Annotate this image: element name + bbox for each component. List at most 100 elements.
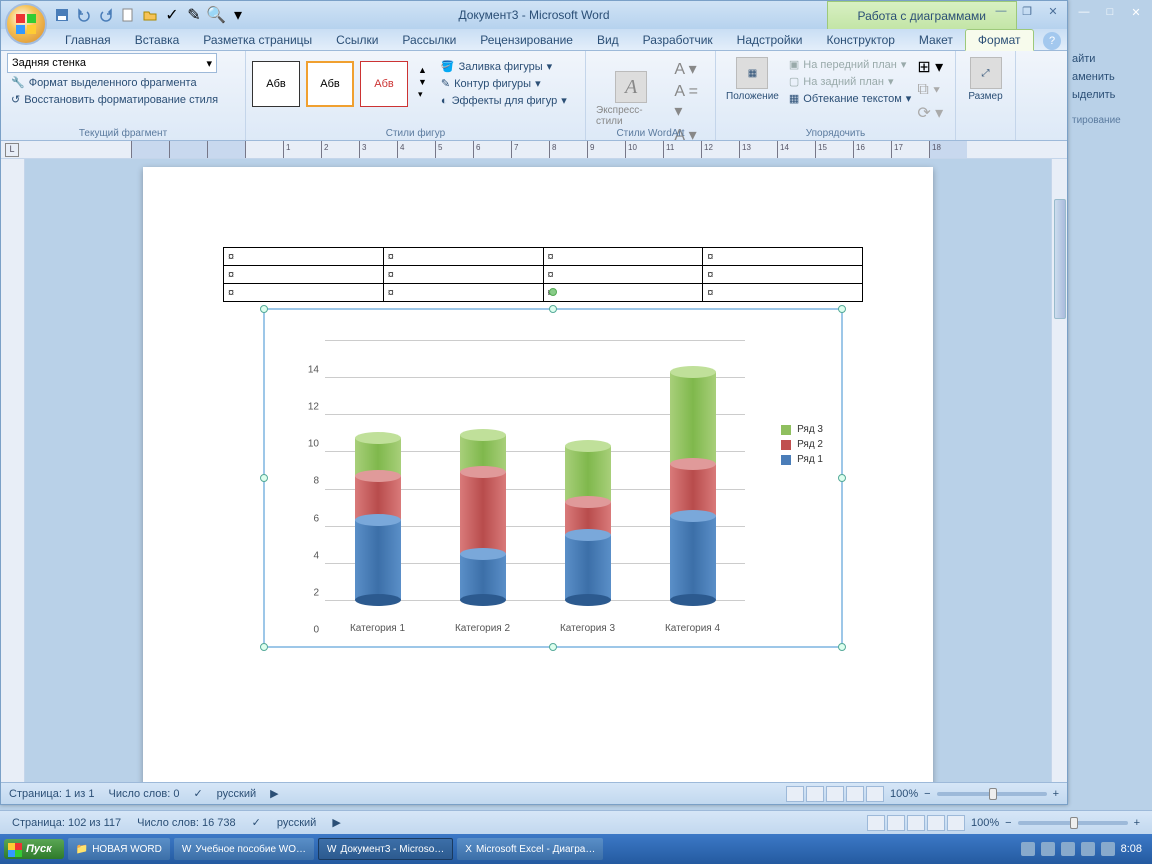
outer-view-btn[interactable] xyxy=(947,815,965,831)
view-draft[interactable] xyxy=(866,786,884,802)
zoom-out-button[interactable]: − xyxy=(924,788,930,800)
tab-references[interactable]: Ссылки xyxy=(324,30,390,50)
outer-view-btn[interactable] xyxy=(907,815,925,831)
zoom-in-button[interactable]: + xyxy=(1053,788,1059,800)
document-table[interactable]: ¤¤¤¤ ¤¤¤¤ ¤¤¤¤ xyxy=(223,247,863,302)
vertical-ruler[interactable] xyxy=(1,159,25,782)
tab-review[interactable]: Рецензирование xyxy=(468,30,585,50)
tab-home[interactable]: Главная xyxy=(53,30,123,50)
taskbar-item-active[interactable]: WДокумент3 - Microso… xyxy=(318,838,453,860)
resize-handle[interactable] xyxy=(260,643,268,651)
clock[interactable]: 8:08 xyxy=(1121,843,1142,855)
print-preview-icon[interactable]: 🔍 xyxy=(207,6,225,24)
taskbar-item[interactable]: WУчебное пособие WO… xyxy=(174,838,314,860)
zoom-slider[interactable] xyxy=(937,792,1047,796)
view-fullscreen[interactable] xyxy=(806,786,824,802)
shape-style-3[interactable]: Абв xyxy=(360,61,408,107)
send-back-button[interactable]: ▢На задний план ▾ xyxy=(787,74,913,89)
restore-button[interactable]: ❐ xyxy=(1017,3,1037,19)
edit-icon[interactable]: ✎ xyxy=(185,6,203,24)
outer-maximize-button[interactable]: □ xyxy=(1100,4,1120,20)
position-button[interactable]: ▦ Положение xyxy=(722,53,783,106)
tray-icon[interactable] xyxy=(1021,842,1035,856)
status-macro-icon[interactable]: ▶ xyxy=(270,787,278,800)
shape-style-2[interactable]: Абв xyxy=(306,61,354,107)
quick-styles-button[interactable]: A Экспресс-стили xyxy=(592,67,670,131)
open-icon[interactable] xyxy=(141,6,159,24)
tab-selector[interactable]: L xyxy=(5,143,19,157)
rotation-handle[interactable] xyxy=(549,288,557,296)
tab-developer[interactable]: Разработчик xyxy=(631,30,725,50)
table-row[interactable]: ¤¤¤¤ xyxy=(224,248,863,266)
outer-view-btn[interactable] xyxy=(887,815,905,831)
wordart-outline-icon[interactable]: A = ▾ xyxy=(674,83,709,121)
resize-handle[interactable] xyxy=(838,643,846,651)
close-button[interactable]: ✕ xyxy=(1043,3,1063,19)
outer-status-word-count[interactable]: Число слов: 16 738 xyxy=(137,817,235,829)
tray-icon[interactable] xyxy=(1101,842,1115,856)
status-spellcheck-icon[interactable]: ✓ xyxy=(193,787,202,800)
new-icon[interactable] xyxy=(119,6,137,24)
redo-icon[interactable] xyxy=(97,6,115,24)
shape-style-1[interactable]: Абв xyxy=(252,61,300,107)
resize-handle[interactable] xyxy=(549,643,557,651)
shape-effects-button[interactable]: ◐Эффекты для фигур ▾ xyxy=(439,93,569,108)
document-scroll[interactable]: ¤¤¤¤ ¤¤¤¤ ¤¤¤¤ 02468101 xyxy=(25,159,1051,782)
outer-zoom-out[interactable]: − xyxy=(1005,817,1011,829)
qat-dropdown-icon[interactable]: ▾ xyxy=(229,6,247,24)
help-button[interactable]: ? xyxy=(1043,32,1061,50)
find-button[interactable]: айти xyxy=(1068,50,1152,68)
resize-handle[interactable] xyxy=(549,305,557,313)
status-language[interactable]: русский xyxy=(217,788,256,800)
undo-icon[interactable] xyxy=(75,6,93,24)
align-icon[interactable]: ⊞ ▾ xyxy=(917,57,943,77)
outer-status-language[interactable]: русский xyxy=(277,817,316,829)
outer-view-btn[interactable] xyxy=(927,815,945,831)
style-gallery-up[interactable]: ▲ xyxy=(418,65,427,75)
outer-zoom-in[interactable]: + xyxy=(1134,817,1140,829)
taskbar-item[interactable]: XMicrosoft Excel - Диагра… xyxy=(457,838,603,860)
outer-zoom-slider[interactable] xyxy=(1018,821,1128,825)
outer-status-page[interactable]: Страница: 102 из 117 xyxy=(12,817,121,829)
outer-status-spellcheck-icon[interactable]: ✓ xyxy=(252,816,261,829)
zoom-slider-thumb[interactable] xyxy=(989,788,997,800)
start-button[interactable]: Пуск xyxy=(4,839,64,859)
outer-minimize-button[interactable]: — xyxy=(1074,4,1094,20)
office-button[interactable] xyxy=(5,3,47,45)
resize-handle[interactable] xyxy=(838,305,846,313)
tab-mailings[interactable]: Рассылки xyxy=(390,30,468,50)
style-gallery-more[interactable]: ▾ xyxy=(418,89,427,100)
tab-view[interactable]: Вид xyxy=(585,30,631,50)
horizontal-ruler[interactable]: L 123456789101112131415161718 xyxy=(1,141,1067,159)
reset-style-button[interactable]: ↺ Восстановить форматирование стиля xyxy=(7,92,222,107)
format-selection-button[interactable]: 🔧 Формат выделенного фрагмента xyxy=(7,75,201,90)
tray-icon[interactable] xyxy=(1081,842,1095,856)
text-wrap-button[interactable]: ▦Обтекание текстом ▾ xyxy=(787,91,913,106)
table-row[interactable]: ¤¤¤¤ xyxy=(224,284,863,302)
resize-handle[interactable] xyxy=(838,474,846,482)
zoom-level[interactable]: 100% xyxy=(890,788,918,800)
shape-outline-button[interactable]: ✎Контур фигуры ▾ xyxy=(439,76,569,91)
tray-icon[interactable] xyxy=(1041,842,1055,856)
outer-close-button[interactable]: ✕ xyxy=(1126,4,1146,20)
minimize-button[interactable]: — xyxy=(991,3,1011,19)
scrollbar-thumb[interactable] xyxy=(1054,199,1066,319)
bring-front-button[interactable]: ▣На передний план ▾ xyxy=(787,57,913,72)
chart-object[interactable]: 02468101214 Категория 1Категория 2Катего… xyxy=(263,308,843,648)
tab-insert[interactable]: Вставка xyxy=(123,30,192,50)
chart-element-selector[interactable]: Задняя стенка ▾ xyxy=(7,53,217,73)
group-objects-icon[interactable]: ⧉ ▾ xyxy=(917,81,943,99)
spelling-icon[interactable]: ✓ xyxy=(163,6,181,24)
vertical-scrollbar[interactable] xyxy=(1051,159,1067,782)
outer-view-btn[interactable] xyxy=(867,815,885,831)
save-icon[interactable] xyxy=(53,6,71,24)
view-outline[interactable] xyxy=(846,786,864,802)
tray-icon[interactable] xyxy=(1061,842,1075,856)
resize-handle[interactable] xyxy=(260,305,268,313)
status-word-count[interactable]: Число слов: 0 xyxy=(109,788,180,800)
resize-handle[interactable] xyxy=(260,474,268,482)
tab-chart-format[interactable]: Формат xyxy=(965,29,1034,51)
document-page[interactable]: ¤¤¤¤ ¤¤¤¤ ¤¤¤¤ 02468101 xyxy=(143,167,933,782)
taskbar-item[interactable]: 📁НОВАЯ WORD xyxy=(68,838,170,860)
outer-zoom-level[interactable]: 100% xyxy=(971,817,999,829)
